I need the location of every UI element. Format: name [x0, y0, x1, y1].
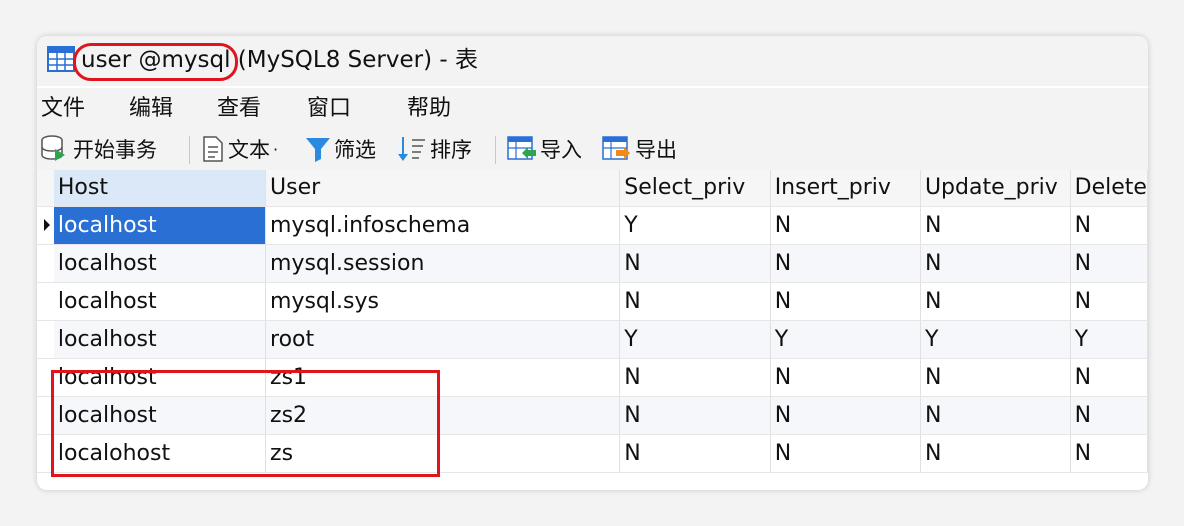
filter-funnel-icon [306, 138, 330, 162]
cell-insert-priv[interactable]: N [770, 244, 921, 283]
row-pointer-icon [44, 219, 50, 231]
cell-delete-priv[interactable]: N [1070, 206, 1148, 245]
cell-insert-priv[interactable]: N [770, 206, 921, 245]
cell-delete-priv[interactable]: N [1070, 434, 1148, 473]
table-header-row: Host User Select_priv Insert_priv Update… [37, 170, 1148, 207]
text-label: 文本 [228, 138, 270, 162]
cell-user[interactable]: mysql.session [265, 244, 621, 283]
cell-user[interactable]: mysql.sys [265, 282, 621, 321]
cell-update-priv[interactable]: N [920, 282, 1071, 321]
column-header-user[interactable]: User [265, 170, 621, 207]
title-bar: user @mysql (MySQL8 Server) - 表 [37, 36, 1148, 86]
current-row-indicator [37, 206, 54, 245]
cell-update-priv[interactable]: Y [920, 320, 1071, 359]
row-indicator-header [37, 170, 54, 207]
import-label: 导入 [540, 138, 582, 162]
cell-update-priv[interactable]: N [920, 206, 1071, 245]
cell-insert-priv[interactable]: N [770, 434, 921, 473]
sort-icon [398, 137, 425, 161]
table-row[interactable]: localhost mysql.infoschema Y N N N [37, 206, 1148, 245]
column-header-host[interactable]: Host [53, 170, 267, 207]
filter-label: 筛选 [334, 138, 376, 162]
begin-transaction-label: 开始事务 [73, 138, 157, 162]
app-window: user @mysql (MySQL8 Server) - 表 文件 编辑 查看… [37, 36, 1148, 490]
cell-user[interactable]: mysql.infoschema [265, 206, 621, 245]
table-row[interactable]: localhost mysql.session N N N N [37, 244, 1148, 283]
cell-delete-priv[interactable]: N [1070, 282, 1148, 321]
cell-select-priv[interactable]: N [619, 244, 771, 283]
import-button[interactable]: 导入 [507, 134, 582, 164]
sort-label: 排序 [430, 138, 472, 162]
sort-button[interactable]: 排序 [397, 134, 472, 164]
window-title-suffix: (MySQL8 Server) - 表 [230, 47, 478, 73]
toolbar: 开始事务 文本 · 筛选 排序 导入 导出 [37, 130, 1148, 170]
menu-bar: 文件 编辑 查看 窗口 帮助 [37, 88, 1148, 130]
cell-select-priv[interactable]: N [619, 396, 771, 435]
cell-host[interactable]: localhost [53, 282, 267, 321]
cell-insert-priv[interactable]: N [770, 358, 921, 397]
cell-select-priv[interactable]: N [619, 358, 771, 397]
table-row[interactable]: localhost mysql.sys N N N N [37, 282, 1148, 321]
cell-insert-priv[interactable]: N [770, 282, 921, 321]
menu-window[interactable]: 窗口 [307, 94, 351, 124]
cell-insert-priv[interactable]: N [770, 396, 921, 435]
text-document-icon [203, 136, 223, 162]
menu-file[interactable]: 文件 [41, 94, 85, 124]
cell-insert-priv[interactable]: Y [770, 320, 921, 359]
cell-host[interactable]: localhost [53, 206, 267, 245]
export-label: 导出 [635, 138, 677, 162]
cell-host[interactable]: localhost [53, 320, 267, 359]
toolbar-separator [495, 136, 496, 164]
cell-delete-priv[interactable]: N [1070, 358, 1148, 397]
column-header-select-priv[interactable]: Select_priv [619, 170, 771, 207]
export-button[interactable]: 导出 [602, 134, 677, 164]
toolbar-separator [189, 136, 190, 164]
cell-delete-priv[interactable]: N [1070, 244, 1148, 283]
dropdown-dot-icon: · [273, 139, 279, 159]
cell-update-priv[interactable]: N [920, 358, 1071, 397]
rows-annotation-box [51, 370, 440, 477]
menu-view[interactable]: 查看 [217, 94, 261, 124]
cell-update-priv[interactable]: N [920, 434, 1071, 473]
menu-edit[interactable]: 编辑 [129, 94, 173, 124]
table-icon [47, 46, 75, 72]
row-indicator [37, 282, 54, 321]
export-table-icon [602, 136, 630, 160]
cell-update-priv[interactable]: N [920, 396, 1071, 435]
column-header-delete-priv[interactable]: Delete [1070, 170, 1148, 207]
cell-delete-priv[interactable]: Y [1070, 320, 1148, 359]
cell-select-priv[interactable]: Y [619, 206, 771, 245]
begin-transaction-button[interactable]: 开始事务 [40, 134, 157, 164]
cell-delete-priv[interactable]: N [1070, 396, 1148, 435]
row-indicator [37, 320, 54, 359]
row-indicator [37, 244, 54, 283]
menu-help[interactable]: 帮助 [407, 94, 451, 124]
database-transaction-icon [41, 135, 65, 161]
title-annotation-circle [73, 43, 238, 81]
cell-host[interactable]: localhost [53, 244, 267, 283]
column-header-update-priv[interactable]: Update_priv [920, 170, 1071, 207]
import-table-icon [507, 136, 536, 160]
cell-user[interactable]: root [265, 320, 621, 359]
cell-select-priv[interactable]: Y [619, 320, 771, 359]
filter-button[interactable]: 筛选 [305, 134, 376, 164]
table-row[interactable]: localhost root Y Y Y Y [37, 320, 1148, 359]
cell-select-priv[interactable]: N [619, 434, 771, 473]
text-button[interactable]: 文本 · [201, 134, 278, 164]
cell-update-priv[interactable]: N [920, 244, 1071, 283]
column-header-insert-priv[interactable]: Insert_priv [770, 170, 921, 207]
cell-select-priv[interactable]: N [619, 282, 771, 321]
